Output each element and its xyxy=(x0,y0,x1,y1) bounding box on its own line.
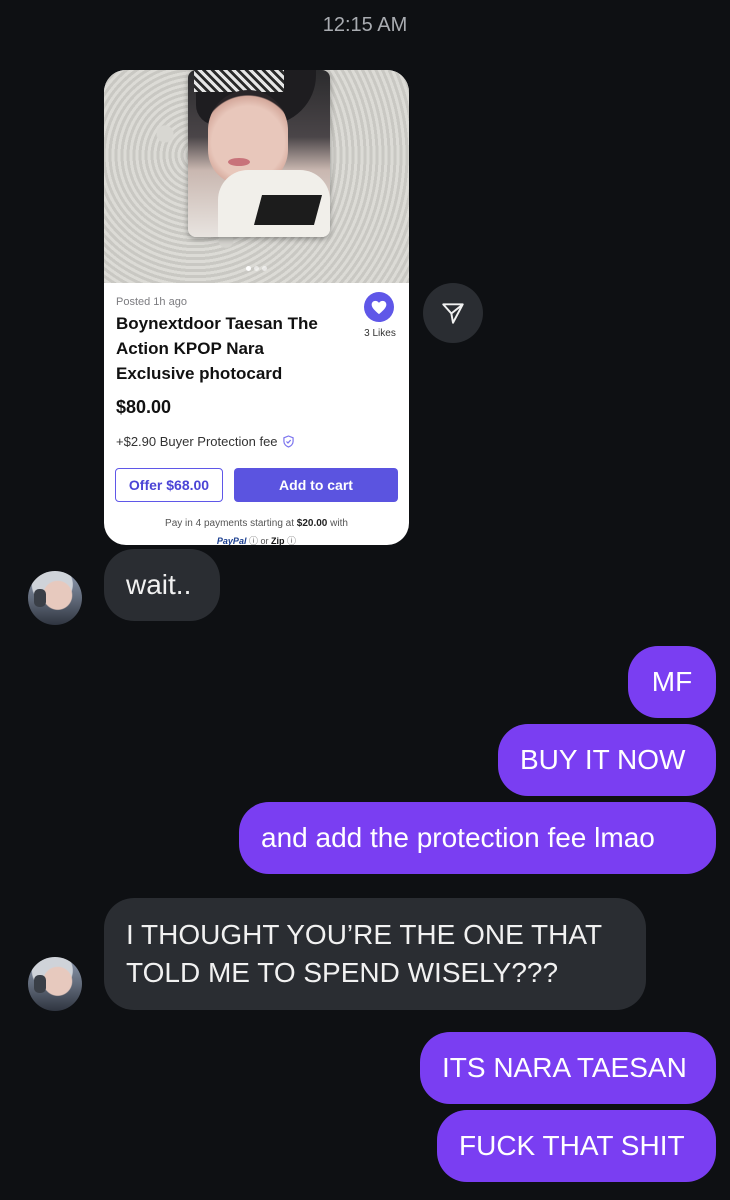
message-bubble-incoming[interactable]: I THOUGHT YOU’RE THE ONE THAT TOLD ME TO… xyxy=(104,898,646,1010)
message-bubble-outgoing[interactable]: FUCK THAT SHIT xyxy=(437,1110,716,1182)
payment-providers: PayPal ⓘ or Zip ⓘ xyxy=(104,534,409,545)
carousel-dot[interactable] xyxy=(246,266,251,271)
offer-button[interactable]: Offer $68.00 xyxy=(115,468,223,502)
likes-count: 3 Likes xyxy=(364,328,396,339)
listing-title[interactable]: Boynextdoor Taesan The Action KPOP Nara … xyxy=(116,311,341,386)
message-timestamp: 12:15 AM xyxy=(322,14,408,36)
sender-avatar[interactable] xyxy=(28,957,82,1011)
installment-prefix: Pay in 4 payments starting at xyxy=(165,518,297,529)
like-button[interactable] xyxy=(364,292,394,322)
carousel-dot[interactable] xyxy=(262,266,267,271)
heart-icon xyxy=(371,300,387,314)
message-bubble-outgoing[interactable]: MF xyxy=(628,646,716,718)
send-icon xyxy=(442,303,464,324)
share-button[interactable] xyxy=(423,283,483,343)
message-bubble-outgoing[interactable]: and add the protection fee lmao xyxy=(239,802,716,874)
info-icon[interactable]: ⓘ xyxy=(287,536,296,545)
listing-price: $80.00 xyxy=(116,397,172,417)
image-carousel-dots[interactable] xyxy=(246,266,267,271)
shared-listing-card[interactable]: Posted 1h ago Boynextdoor Taesan The Act… xyxy=(104,70,409,545)
photocard-photo xyxy=(188,70,330,237)
info-icon[interactable]: ⓘ xyxy=(249,536,258,545)
message-bubble-outgoing[interactable]: BUY IT NOW xyxy=(498,724,716,796)
fee-text: +$2.90 Buyer Protection fee xyxy=(116,434,278,449)
or-text: or xyxy=(260,536,269,545)
installment-info: Pay in 4 payments starting at $20.00 wit… xyxy=(104,518,409,529)
message-bubble-incoming[interactable]: wait.. xyxy=(104,549,220,621)
installment-amount: $20.00 xyxy=(296,518,328,529)
carousel-dot[interactable] xyxy=(254,266,259,271)
add-to-cart-button[interactable]: Add to cart xyxy=(234,468,398,502)
posted-time: Posted 1h ago xyxy=(116,296,187,308)
buyer-protection-fee: +$2.90 Buyer Protection fee xyxy=(116,434,294,449)
listing-image[interactable] xyxy=(104,70,409,283)
installment-suffix: with xyxy=(327,518,348,529)
shield-icon xyxy=(282,435,294,448)
paypal-logo: PayPal xyxy=(216,536,247,545)
sender-avatar[interactable] xyxy=(28,571,82,625)
zip-logo: Zip xyxy=(271,536,285,545)
message-bubble-outgoing[interactable]: ITS NARA TAESAN xyxy=(420,1032,716,1104)
